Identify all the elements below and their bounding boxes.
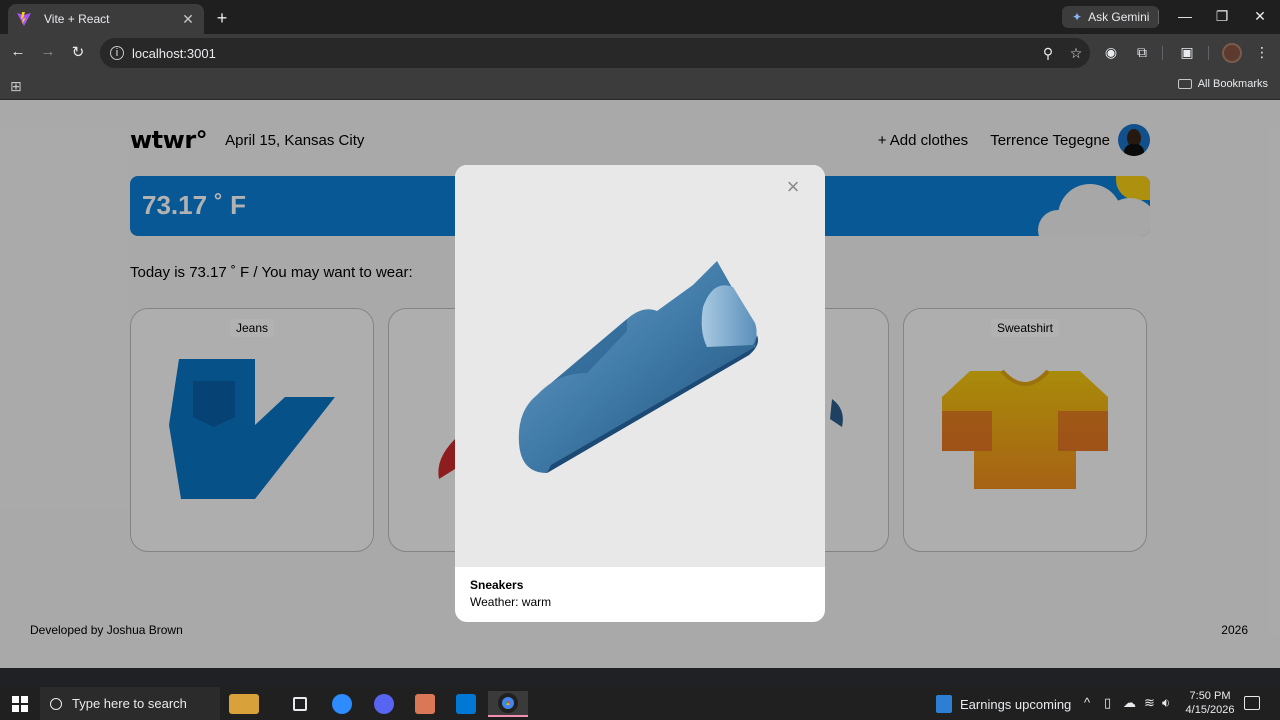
meet-icon[interactable]: ▯	[1104, 695, 1111, 711]
system-clock[interactable]: 7:50 PM 4/15/2026	[1180, 689, 1240, 717]
onedrive-icon[interactable]: ☁	[1123, 695, 1136, 711]
vscode-app-icon[interactable]	[446, 691, 486, 717]
browser-toolbar: ← → ↻ i localhost:3001 ⚲ ☆ ◉ ⧉ ▣ ⋮	[0, 34, 1280, 72]
clock-time: 7:50 PM	[1189, 690, 1231, 702]
close-modal-icon[interactable]: ×	[783, 176, 803, 198]
back-icon[interactable]: ←	[8, 43, 28, 60]
discord-app-icon[interactable]	[364, 691, 404, 717]
all-bookmarks-label: All Bookmarks	[1197, 78, 1268, 90]
forward-icon[interactable]: →	[38, 43, 58, 60]
bookmarks-bar: ⊞ All Bookmarks	[0, 72, 1280, 100]
chevron-up-icon[interactable]: ^	[1084, 695, 1090, 710]
eye-extension-icon[interactable]: ◉	[1101, 44, 1121, 61]
news-text: Earnings upcoming	[960, 696, 1072, 712]
reload-icon[interactable]: ↻	[68, 43, 88, 61]
item-weather: Weather: warm	[470, 595, 552, 609]
url-text[interactable]: localhost:3001	[132, 46, 1034, 61]
zoom-icon[interactable]: ⚲	[1034, 45, 1062, 62]
menu-icon[interactable]: ⋮	[1252, 44, 1272, 61]
gemini-icon: ✦	[1072, 10, 1083, 24]
new-tab-button[interactable]: +	[212, 8, 232, 29]
item-preview-modal: × Sneakers Weather: warm	[455, 165, 825, 622]
address-bar[interactable]: i localhost:3001 ⚲ ☆	[100, 38, 1090, 68]
site-info-icon[interactable]: i	[110, 46, 124, 60]
all-bookmarks-button[interactable]: All Bookmarks	[1177, 78, 1268, 90]
taskbar-search[interactable]: Type here to search	[40, 687, 220, 720]
folder-icon	[1177, 79, 1192, 89]
divider	[1208, 46, 1209, 60]
taskbar-search-placeholder: Type here to search	[72, 696, 187, 711]
sneakers-image	[518, 261, 758, 473]
profile-avatar[interactable]	[1222, 43, 1242, 63]
notification-icon[interactable]	[1244, 696, 1260, 710]
vite-icon	[17, 12, 31, 26]
extensions-icon[interactable]: ⧉	[1132, 44, 1152, 61]
os-taskbar: Type here to search Earnings upcoming ^ …	[0, 687, 1280, 720]
tab-title: Vite + React	[44, 12, 110, 26]
browser-tab[interactable]: Vite + React ✕	[8, 4, 204, 34]
search-icon	[50, 697, 62, 710]
zoom-app-icon[interactable]	[322, 691, 362, 717]
minimize-button[interactable]: —	[1175, 8, 1195, 24]
windows-start-icon[interactable]	[12, 696, 28, 712]
close-window-button[interactable]: ✕	[1250, 8, 1270, 25]
news-widget[interactable]: Earnings upcoming	[936, 695, 1071, 713]
divider	[1158, 10, 1159, 24]
tab-search-icon[interactable]: ▣	[1177, 44, 1197, 61]
divider	[1162, 46, 1163, 60]
tab-close-icon[interactable]: ✕	[180, 11, 196, 28]
maximize-button[interactable]: ❐	[1212, 8, 1232, 25]
browser-tab-bar: Vite + React ✕ + ✦ Ask Gemini — ❐ ✕	[0, 0, 1280, 34]
bookmark-star-icon[interactable]: ☆	[1062, 45, 1090, 62]
item-image-area	[455, 165, 825, 567]
item-name: Sneakers	[470, 578, 524, 592]
wifi-icon[interactable]: ≋	[1144, 695, 1155, 711]
chrome-app-icon[interactable]	[488, 691, 528, 717]
volume-icon[interactable]: 🔉︎	[1162, 695, 1170, 711]
ask-gemini-label: Ask Gemini	[1088, 10, 1150, 24]
apps-grid-icon[interactable]: ⊞	[10, 78, 22, 95]
news-icon	[936, 695, 952, 713]
widget-icon[interactable]	[224, 691, 264, 717]
task-view-icon[interactable]	[280, 691, 320, 717]
clock-date: 4/15/2026	[1185, 704, 1235, 716]
ask-gemini-button[interactable]: ✦ Ask Gemini	[1062, 6, 1160, 28]
claude-app-icon[interactable]	[405, 691, 445, 717]
